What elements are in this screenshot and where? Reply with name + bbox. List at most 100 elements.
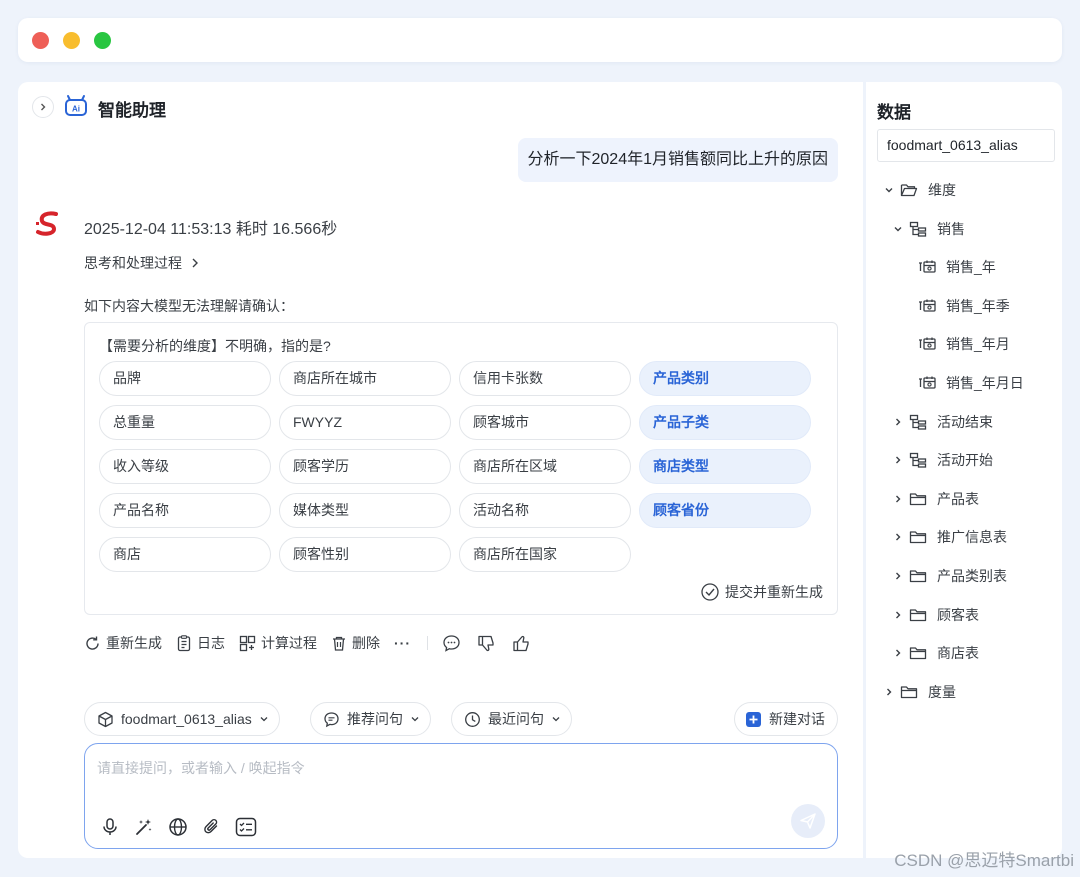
regenerate-button[interactable]: 重新生成 <box>84 633 162 653</box>
chevron-down-icon[interactable] <box>880 185 898 195</box>
tree-node[interactable]: 顾客表 <box>889 596 979 634</box>
calculator-icon <box>239 635 256 651</box>
tree-node[interactable]: 产品表 <box>889 480 979 518</box>
send-button[interactable] <box>791 804 825 838</box>
dimension-option-chip[interactable]: 商店类型 <box>639 449 811 484</box>
tree-node-label: 活动开始 <box>937 452 993 469</box>
chevron-right-icon[interactable] <box>889 494 907 504</box>
tree-node[interactable]: 产品类别表 <box>889 557 1007 595</box>
date-field-icon <box>916 259 938 275</box>
chevron-right-icon[interactable] <box>889 417 907 427</box>
dimension-option-chip[interactable]: 顾客学历 <box>279 449 451 484</box>
plus-square-icon <box>746 711 761 727</box>
tree-node-label: 销售_年月 <box>946 336 1010 353</box>
close-window-button[interactable] <box>32 32 49 49</box>
tree-node[interactable]: 活动开始 <box>889 441 993 479</box>
clarification-card: 【需要分析的维度】不明确，指的是? 品牌 商店所在城市 信用卡张数 产品类别总重量 FW… <box>84 322 838 615</box>
tree-node[interactable]: 销售_年季 <box>916 287 1010 325</box>
data-panel-title: 数据 <box>877 103 911 122</box>
maximize-window-button[interactable] <box>94 32 111 49</box>
chat-bubble-icon <box>324 711 339 727</box>
tree-node[interactable]: 销售_年 <box>916 248 996 286</box>
more-actions-button[interactable]: ··· <box>394 635 411 651</box>
calc-process-label: 计算过程 <box>261 635 317 651</box>
chat-input-box <box>84 743 838 849</box>
dimension-option-chip[interactable]: 信用卡张数 <box>459 361 631 396</box>
checklist-icon <box>235 817 257 837</box>
tree-node[interactable]: 销售 <box>889 210 965 248</box>
tree-node[interactable]: 商店表 <box>889 634 979 672</box>
send-icon <box>800 813 816 829</box>
dimension-option-chip[interactable]: 活动名称 <box>459 493 631 528</box>
minimize-window-button[interactable] <box>63 32 80 49</box>
dimension-option-chip[interactable]: 产品子类 <box>639 405 811 440</box>
dimension-option-chip[interactable]: 商店所在城市 <box>279 361 451 396</box>
folder-icon <box>907 491 929 507</box>
submit-regenerate-label: 提交并重新生成 <box>725 584 823 600</box>
thumbs-down-icon <box>478 635 494 651</box>
input-tools <box>99 816 257 838</box>
date-field-icon <box>916 298 938 314</box>
chevron-right-icon[interactable] <box>889 610 907 620</box>
dimension-option-chip[interactable]: 商店所在区域 <box>459 449 631 484</box>
csdn-watermark: CSDN @思迈特Smartbi <box>894 851 1074 870</box>
delete-button[interactable]: 删除 <box>331 633 380 653</box>
thumbs-up-button[interactable] <box>512 634 531 653</box>
hierarchy-icon <box>907 452 929 468</box>
dimension-option-chip[interactable]: 商店 <box>99 537 271 572</box>
new-chat-label: 新建对话 <box>769 711 825 727</box>
recent-questions-dropdown[interactable]: 最近问句 <box>451 702 572 736</box>
tree-node[interactable]: 维度 <box>880 171 956 209</box>
chevron-down-icon[interactable] <box>889 224 907 234</box>
dimension-option-chip[interactable]: 媒体类型 <box>279 493 451 528</box>
voice-input-button[interactable] <box>99 816 121 838</box>
chevron-right-icon[interactable] <box>889 648 907 658</box>
comment-button[interactable] <box>442 634 461 653</box>
dimension-option-chip[interactable]: 产品名称 <box>99 493 271 528</box>
expand-sidebar-button[interactable] <box>32 96 54 118</box>
chevron-right-icon[interactable] <box>889 532 907 542</box>
submit-regenerate-button[interactable]: 提交并重新生成 <box>701 582 823 602</box>
dimension-option-chip[interactable]: 顾客性别 <box>279 537 451 572</box>
dimension-option-chip[interactable]: 总重量 <box>99 405 271 440</box>
thumbs-down-button[interactable] <box>477 634 496 653</box>
thinking-process-toggle[interactable]: 思考和处理过程 <box>84 253 200 273</box>
chevron-right-icon[interactable] <box>889 455 907 465</box>
input-toolbar: foodmart_0613_alias 推荐问句 最近问句 新建对话 <box>84 702 838 736</box>
data-source-selector[interactable]: foodmart_0613_alias <box>877 129 1055 162</box>
recommend-questions-dropdown[interactable]: 推荐问句 <box>310 702 431 736</box>
calc-process-button[interactable]: 计算过程 <box>239 633 317 653</box>
tree-node[interactable]: 销售_年月日 <box>916 364 1024 402</box>
dataset-selector-label: foodmart_0613_alias <box>121 711 252 727</box>
new-chat-button[interactable]: 新建对话 <box>734 702 838 736</box>
web-search-button[interactable] <box>167 816 189 838</box>
dataset-selector[interactable]: foodmart_0613_alias <box>84 702 280 736</box>
chevron-right-icon[interactable] <box>880 687 898 697</box>
log-button[interactable]: 日志 <box>176 633 225 653</box>
dimension-option-chip[interactable]: 商店所在国家 <box>459 537 631 572</box>
tree-node-label: 顾客表 <box>937 606 979 623</box>
checklist-button[interactable] <box>235 816 257 838</box>
dimension-option-chip[interactable]: 产品类别 <box>639 361 811 396</box>
chat-input[interactable] <box>97 758 817 798</box>
window-titlebar <box>18 18 1062 62</box>
chevron-down-icon <box>411 717 419 722</box>
tree-node[interactable]: 度量 <box>880 673 956 711</box>
chevron-right-icon[interactable] <box>889 571 907 581</box>
tree-node[interactable]: 推广信息表 <box>889 518 1007 556</box>
dimension-option-chip[interactable]: 收入等级 <box>99 449 271 484</box>
dimension-option-chip[interactable]: FWYYZ <box>279 405 451 440</box>
magic-prompt-button[interactable] <box>133 816 155 838</box>
tree-node-label: 产品类别表 <box>937 568 1007 584</box>
refresh-icon <box>86 636 99 650</box>
folder-icon <box>907 529 929 545</box>
tree-node-label: 商店表 <box>937 645 979 662</box>
attach-file-button[interactable] <box>201 816 223 838</box>
dimension-option-chip[interactable]: 顾客省份 <box>639 493 811 528</box>
tree-node[interactable]: 活动结束 <box>889 403 993 441</box>
dimension-option-chip[interactable]: 顾客城市 <box>459 405 631 440</box>
tree-node[interactable]: 销售_年月 <box>916 325 1010 363</box>
log-label: 日志 <box>197 635 225 651</box>
clarification-question: 【需要分析的维度】不明确，指的是? <box>99 338 331 354</box>
dimension-option-chip[interactable]: 品牌 <box>99 361 271 396</box>
